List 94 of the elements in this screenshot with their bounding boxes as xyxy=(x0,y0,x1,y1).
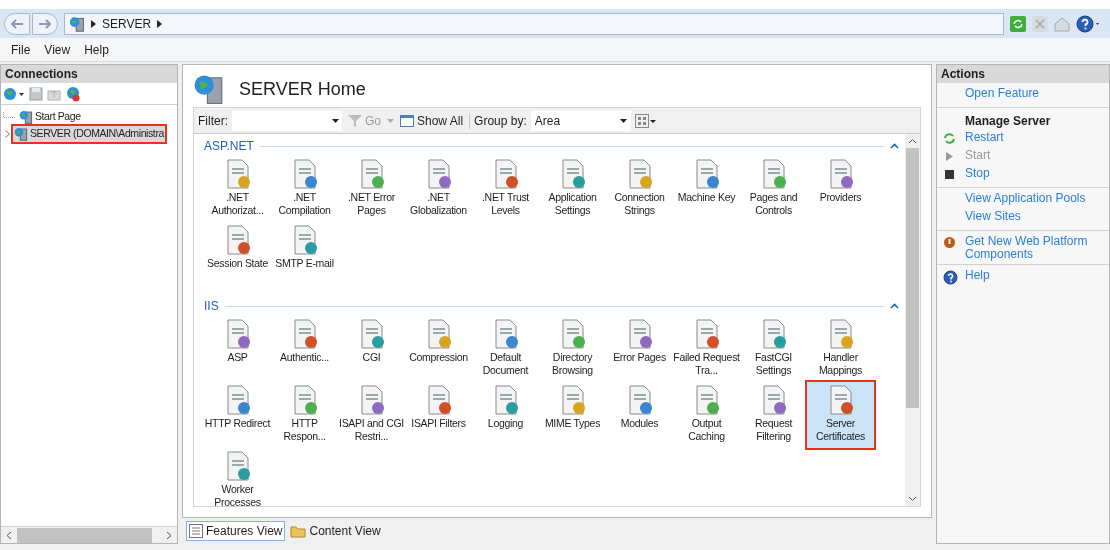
collapse-chevron-icon[interactable] xyxy=(890,143,899,149)
feature-tile[interactable]: Error Pages xyxy=(606,316,673,382)
address-bar[interactable]: SERVER xyxy=(64,12,1004,35)
feature-tile[interactable]: .NET Authorizat... xyxy=(204,156,271,222)
action-link[interactable]: View Application Pools xyxy=(965,191,1095,205)
menu-item[interactable]: File xyxy=(4,40,38,59)
globe-dropdown-icon[interactable] xyxy=(3,85,25,102)
action-link[interactable]: View Sites xyxy=(965,209,1095,223)
folder-icon xyxy=(290,524,307,538)
group-by-dropdown[interactable]: Area xyxy=(530,110,631,131)
feature-tile[interactable]: Compression xyxy=(405,316,472,382)
feature-tile[interactable]: FastCGI Settings xyxy=(740,316,807,382)
feature-tile[interactable]: Authentic... xyxy=(271,316,338,382)
feature-tile[interactable]: .NET Compilation xyxy=(271,156,338,222)
view-options-icon[interactable] xyxy=(634,113,657,128)
tree-item[interactable]: Start Page xyxy=(18,108,82,125)
feature-tile[interactable]: Providers xyxy=(807,156,874,222)
dropdown-arrow-icon xyxy=(619,118,627,123)
help-icon[interactable] xyxy=(1076,14,1102,33)
feature-tile[interactable]: ISAPI and CGI Restri... xyxy=(338,382,405,448)
dropdown-arrow-icon xyxy=(387,118,394,123)
stop-icon xyxy=(943,168,956,181)
feature-tile[interactable]: Worker Processes xyxy=(204,448,271,506)
feature-tile[interactable]: .NET Trust Levels xyxy=(472,156,539,222)
window-icon xyxy=(400,114,414,127)
feature-tile[interactable]: Logging xyxy=(472,382,539,448)
menu-item[interactable]: View xyxy=(37,40,78,59)
arrow-right-icon xyxy=(91,19,96,28)
feature-tile[interactable]: MIME Types xyxy=(539,382,606,448)
feature-tile[interactable]: Connection Strings xyxy=(606,156,673,222)
page-title: SERVER Home xyxy=(239,77,366,101)
save-icon[interactable] xyxy=(29,86,43,101)
feature-tile[interactable]: Modules xyxy=(606,382,673,448)
section-heading: Manage Server xyxy=(965,113,1051,130)
globe-server-icon xyxy=(69,15,85,32)
scrollbar-thumb[interactable] xyxy=(17,527,152,543)
home-icon[interactable] xyxy=(1054,15,1070,32)
forward-button[interactable] xyxy=(32,12,58,35)
refresh-icon xyxy=(943,132,956,145)
stop-icon[interactable] xyxy=(1032,15,1048,32)
action-link[interactable]: Restart xyxy=(965,130,1095,144)
group-heading: ASP.NET xyxy=(204,138,254,155)
refresh-icon[interactable] xyxy=(1010,15,1026,32)
group-heading: IIS xyxy=(204,298,219,315)
feature-tile[interactable]: SMTP E-mail xyxy=(271,222,338,288)
breadcrumb[interactable]: SERVER xyxy=(102,14,152,33)
tree-item[interactable]: SERVER (DOMAIN\Administra xyxy=(13,125,165,142)
dropdown-arrow-icon xyxy=(332,118,339,123)
left-arrow-icon xyxy=(10,18,24,29)
globe-server-icon xyxy=(19,109,33,124)
arrow-right-icon xyxy=(157,19,163,28)
action-link[interactable]: Help xyxy=(965,268,1095,282)
view-tab[interactable]: Content View xyxy=(287,521,384,541)
feature-tile[interactable]: CGI xyxy=(338,316,405,382)
feature-tile[interactable]: Request Filtering xyxy=(740,382,807,448)
view-tab[interactable]: Features View xyxy=(186,521,286,541)
download-icon xyxy=(943,236,956,249)
globe-server-icon xyxy=(14,126,28,141)
right-arrow-icon xyxy=(38,18,52,29)
feature-tile[interactable]: Output Caching xyxy=(673,382,740,448)
feature-tile[interactable]: Machine Key xyxy=(673,156,740,222)
feature-tile[interactable]: HTTP Redirect xyxy=(204,382,271,448)
play-icon xyxy=(943,150,956,163)
group-by-label: Group by: xyxy=(474,112,527,130)
globe-server-icon xyxy=(193,73,225,105)
filter-field[interactable] xyxy=(232,110,342,131)
menu-item[interactable]: Help xyxy=(77,40,116,59)
action-link[interactable]: Stop xyxy=(965,166,1095,180)
feature-tile[interactable]: Application Settings xyxy=(539,156,606,222)
feature-tile[interactable]: Pages and Controls xyxy=(740,156,807,222)
show-all-button[interactable]: Show All xyxy=(398,111,466,130)
back-button[interactable] xyxy=(4,12,30,35)
feature-tile[interactable]: Failed Request Tra... xyxy=(673,316,740,382)
collapse-chevron-icon[interactable] xyxy=(890,303,899,309)
panel-title: Actions xyxy=(937,65,1109,83)
scrollbar-thumb[interactable] xyxy=(906,148,919,408)
help-icon xyxy=(943,270,958,285)
feature-tile[interactable]: ASP xyxy=(204,316,271,382)
globe-disconnect-icon[interactable] xyxy=(65,85,81,102)
feature-tile[interactable]: .NET Error Pages xyxy=(338,156,405,222)
panel-title: Connections xyxy=(1,65,177,83)
feature-tile[interactable]: .NET Globalization xyxy=(405,156,472,222)
feature-tile[interactable]: Default Document xyxy=(472,316,539,382)
action-link[interactable]: Get New Web Platform Components xyxy=(965,234,1095,261)
feature-tile[interactable]: Handler Mappings xyxy=(807,316,874,382)
feature-tile[interactable]: Server Certificates xyxy=(807,382,874,448)
feature-tile[interactable]: Session State xyxy=(204,222,271,288)
filter-label: Filter: xyxy=(198,112,228,130)
feature-tile[interactable]: HTTP Respon... xyxy=(271,382,338,448)
funnel-icon xyxy=(348,114,362,127)
feature-tile[interactable]: ISAPI Filters xyxy=(405,382,472,448)
feature-tile[interactable]: Directory Browsing xyxy=(539,316,606,382)
list-icon xyxy=(189,524,203,538)
action-link[interactable]: Open Feature xyxy=(965,86,1095,100)
